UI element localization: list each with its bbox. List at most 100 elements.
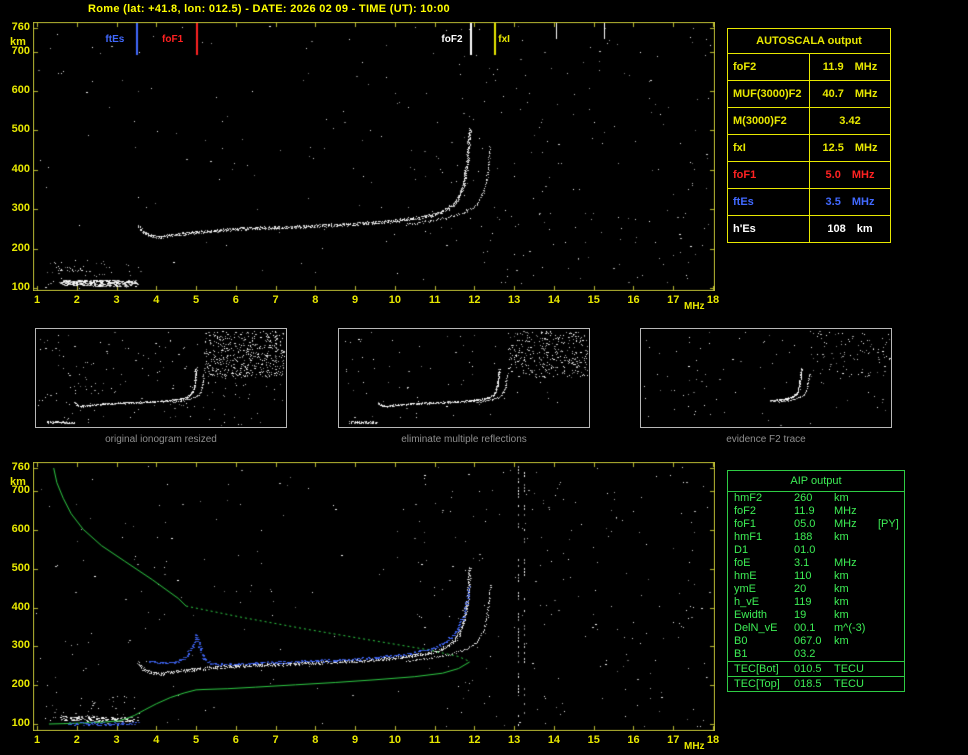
thumbnail-original-ionogram <box>35 328 287 428</box>
autoscala-row-value: 3.42 <box>839 115 861 127</box>
thumbnail-caption-original: original ionogram resized <box>105 434 217 445</box>
aip-row-extra: [PY] <box>878 518 899 530</box>
aip-row-value: 010.5 <box>794 663 822 675</box>
autoscala-row-label: M(3000)F2 <box>728 108 810 134</box>
aip-row-value: 188 <box>794 531 813 543</box>
x-axis-label-top: 5 <box>192 294 200 306</box>
page-title: Rome (lat: +41.8, lon: 012.5) - DATE: 20… <box>88 3 450 15</box>
autoscala-row-value: 5.0 MHz <box>825 169 875 181</box>
aip-row-value: 067.0 <box>794 635 822 647</box>
x-axis-label-top: 12 <box>468 294 481 306</box>
y-axis-unit-top: km <box>10 36 26 48</box>
aip-row-unit: MHz <box>834 505 857 517</box>
aip-row-label: B1 <box>734 648 748 660</box>
aip-table-row: ymE 20 km <box>728 583 904 596</box>
x-axis-label-top: 17 <box>667 294 680 306</box>
autoscala-table-row: M(3000)F2 3.42 <box>728 107 890 134</box>
aip-row-label: hmF1 <box>734 531 763 543</box>
autoscala-table-row: foF1 5.0 MHz <box>728 161 890 188</box>
y-axis-label-top: 200 <box>11 241 30 254</box>
x-axis-label-top: 15 <box>587 294 600 306</box>
y-axis-label-top: 300 <box>11 202 30 215</box>
aip-row-label: TEC[Top] <box>734 678 780 690</box>
autoscala-table-row: fxI 12.5 MHz <box>728 134 890 161</box>
aip-row-label: DelN_vE <box>734 622 778 634</box>
aip-table-row: hmE 110 km <box>728 570 904 583</box>
y-axis-label-bottom: 100 <box>11 717 30 729</box>
y-axis-label-top: 600 <box>11 84 30 97</box>
aip-table-row: TEC[Top] 018.5 TECU <box>728 676 904 691</box>
x-axis-label-bottom: 5 <box>192 734 200 746</box>
x-axis-label-top: 10 <box>388 294 401 306</box>
aip-row-unit: TECU <box>834 678 864 690</box>
aip-row-value: 19 <box>794 609 807 621</box>
x-axis-label-bottom: 14 <box>547 734 561 746</box>
y-axis-label-bottom: 200 <box>11 678 30 691</box>
aip-table-row: h_vE 119 km <box>728 596 904 609</box>
x-axis-label-bottom: 6 <box>232 734 239 746</box>
aip-row-extra <box>878 531 904 544</box>
x-axis-label-bottom: 16 <box>627 734 640 746</box>
aip-row-value: 260 <box>794 492 813 504</box>
autoscala-table-row: MUF(3000)F2 40.7 MHz <box>728 80 890 107</box>
aip-row-unit <box>834 544 878 557</box>
aip-row-extra <box>878 662 904 676</box>
aip-row-label: B0 <box>734 635 748 647</box>
y-axis-label-bottom: 300 <box>11 639 30 652</box>
thumbnail-no-multiples <box>338 328 590 428</box>
aip-row-unit: km <box>834 531 849 543</box>
thumbnail-caption-f2-trace: evidence F2 trace <box>726 434 806 445</box>
marker-label-foF2: foF2 <box>441 34 463 45</box>
x-axis-label-top: 9 <box>352 294 359 306</box>
x-axis-label-bottom: 13 <box>508 734 521 746</box>
x-axis-label-bottom: 2 <box>73 734 80 746</box>
aip-row-value: 119 <box>794 596 812 608</box>
aip-row-extra <box>878 505 904 518</box>
aip-row-extra <box>878 557 904 570</box>
x-axis-label-bottom: 12 <box>468 734 481 746</box>
x-axis-label-bottom: 18 <box>706 734 720 746</box>
x-axis-label-bottom: 1 <box>33 734 41 746</box>
aip-row-value: 110 <box>794 570 812 582</box>
aip-row-unit: MHz <box>834 518 857 530</box>
aip-row-extra <box>878 635 904 648</box>
aip-table-row: Ewidth 19 km <box>728 609 904 622</box>
autoscala-row-label: MUF(3000)F2 <box>728 81 810 107</box>
autoscala-row-value: 12.5 MHz <box>822 142 878 154</box>
aip-row-value: 3.1 <box>794 557 810 569</box>
aip-row-extra <box>878 596 904 609</box>
aip-row-extra <box>878 622 904 635</box>
x-axis-label-bottom: 4 <box>153 734 160 746</box>
aip-row-value: 03.2 <box>794 648 816 660</box>
aip-table-row: hmF2 260 km <box>728 492 904 505</box>
aip-table-row: D1 01.0 <box>728 544 904 557</box>
marker-label-ftEs: ftEs <box>105 34 125 45</box>
aip-row-label: hmF2 <box>734 492 763 504</box>
aip-row-extra <box>878 583 904 596</box>
thumbnail-f2-trace <box>640 328 892 428</box>
thumbnail-caption-no-multiples: eliminate multiple reflections <box>401 434 527 445</box>
x-axis-label-top: 3 <box>113 294 120 306</box>
ionogram-plot-canvas <box>33 22 715 291</box>
x-axis-label-top: 4 <box>153 294 160 306</box>
autoscala-row-value: 3.5 MHz <box>825 196 875 208</box>
aip-row-unit: km <box>834 596 849 608</box>
x-axis-label-bottom: 8 <box>312 734 319 746</box>
profile-plot-canvas <box>33 462 715 731</box>
aip-row-extra <box>878 544 904 557</box>
autoscala-row-label: foF2 <box>728 54 810 80</box>
aip-row-unit <box>834 648 878 661</box>
x-axis-label-bottom: 10 <box>388 734 401 746</box>
autoscala-row-label: fxI <box>728 135 810 161</box>
aip-row-label: ymE <box>734 583 756 595</box>
x-axis-label-top: 1 <box>33 294 41 306</box>
autoscala-row-value: 40.7 MHz <box>822 88 878 100</box>
aip-row-label: h_vE <box>734 596 760 608</box>
thumbnail-no-multiples-canvas <box>339 329 589 427</box>
aip-table-row: foF1 05.0 MHz [PY] <box>728 518 904 531</box>
aip-row-value: 01.0 <box>794 544 816 556</box>
x-axis-label-bottom: 15 <box>587 734 600 746</box>
aip-row-value: 018.5 <box>794 678 822 690</box>
y-axis-label-bottom: 400 <box>11 600 30 613</box>
aip-row-label: hmE <box>734 570 757 582</box>
